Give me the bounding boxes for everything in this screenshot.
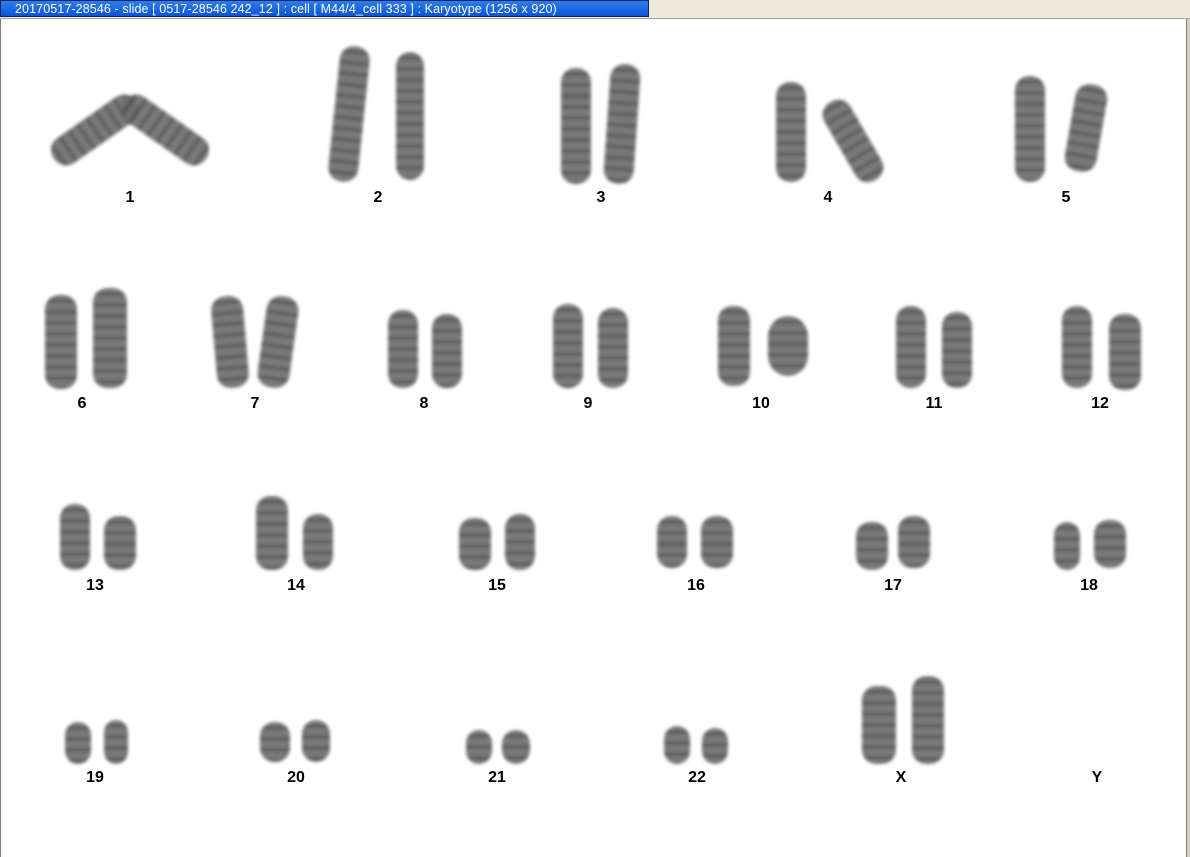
chromosome-label: 8 (419, 395, 429, 412)
chromosome-label: Y (1091, 769, 1103, 786)
chromosome-label: 16 (687, 577, 705, 594)
chromosome (776, 82, 806, 182)
chromosome-label: 10 (752, 395, 770, 412)
chromosome (1109, 314, 1141, 390)
chromosome (104, 516, 136, 570)
chromosome (459, 518, 491, 570)
chromosome-label: 2 (373, 189, 383, 206)
chromosome (664, 726, 690, 764)
chromosome-label: 1 (125, 189, 135, 206)
title-bar: 20170517-28546 - slide [ 0517-28546 242_… (0, 0, 1190, 19)
chromosome (896, 306, 926, 388)
chromosome-label: X (895, 769, 907, 786)
chromosome (502, 730, 530, 764)
chromosome (104, 720, 128, 764)
chromosome (93, 288, 127, 388)
chromosome (657, 516, 687, 568)
chromosome (553, 304, 583, 388)
chromosome (856, 522, 888, 570)
chromosome (1062, 306, 1092, 388)
chromosome (862, 686, 896, 764)
chromosome (260, 722, 290, 762)
chromosome-label: 18 (1080, 577, 1098, 594)
chromosome (396, 52, 424, 180)
chromosome-label: 14 (287, 577, 305, 594)
window-title-tab[interactable]: 20170517-28546 - slide [ 0517-28546 242_… (0, 0, 649, 17)
chromosome (912, 676, 944, 764)
chromosome-label: 22 (688, 769, 706, 786)
chromosome-label: 3 (596, 189, 606, 206)
chromosome-label: 19 (86, 769, 104, 786)
chromosome-label: 13 (86, 577, 104, 594)
chromosome (701, 516, 733, 568)
chromosome-label: 21 (488, 769, 506, 786)
chromosome-label: 20 (287, 769, 305, 786)
chromosome (718, 306, 750, 386)
chromosome (65, 722, 91, 764)
chromosome (45, 295, 77, 389)
vertical-scrollbar-edge[interactable] (1186, 19, 1190, 857)
chromosome (1015, 76, 1045, 182)
chromosome (1054, 522, 1080, 570)
chromosome (388, 310, 418, 388)
chromosome-label: 6 (77, 395, 87, 412)
chromosome-label: 15 (488, 577, 506, 594)
chromosome (432, 314, 462, 388)
chromosome-label: 12 (1091, 395, 1109, 412)
chromosome (466, 730, 492, 764)
chromosome (302, 720, 330, 762)
chromosome (768, 316, 808, 376)
chromosome-label: 5 (1061, 189, 1071, 206)
chromosome (60, 504, 90, 570)
chromosome (505, 514, 535, 570)
chromosome-label: 17 (884, 577, 902, 594)
chromosome (898, 516, 930, 568)
chromosome (1094, 520, 1126, 568)
chromosome (702, 728, 728, 764)
chromosome (942, 312, 972, 388)
chromosome (598, 308, 628, 388)
chromosome-label: 7 (250, 395, 260, 412)
chromosome (303, 514, 333, 570)
chromosome (561, 68, 591, 184)
chromosome-label: 11 (925, 395, 943, 412)
window-title: 20170517-28546 - slide [ 0517-28546 242_… (15, 2, 557, 16)
chromosome (256, 496, 288, 570)
chromosome-label: 9 (583, 395, 593, 412)
chromosome-label: 4 (823, 189, 833, 206)
